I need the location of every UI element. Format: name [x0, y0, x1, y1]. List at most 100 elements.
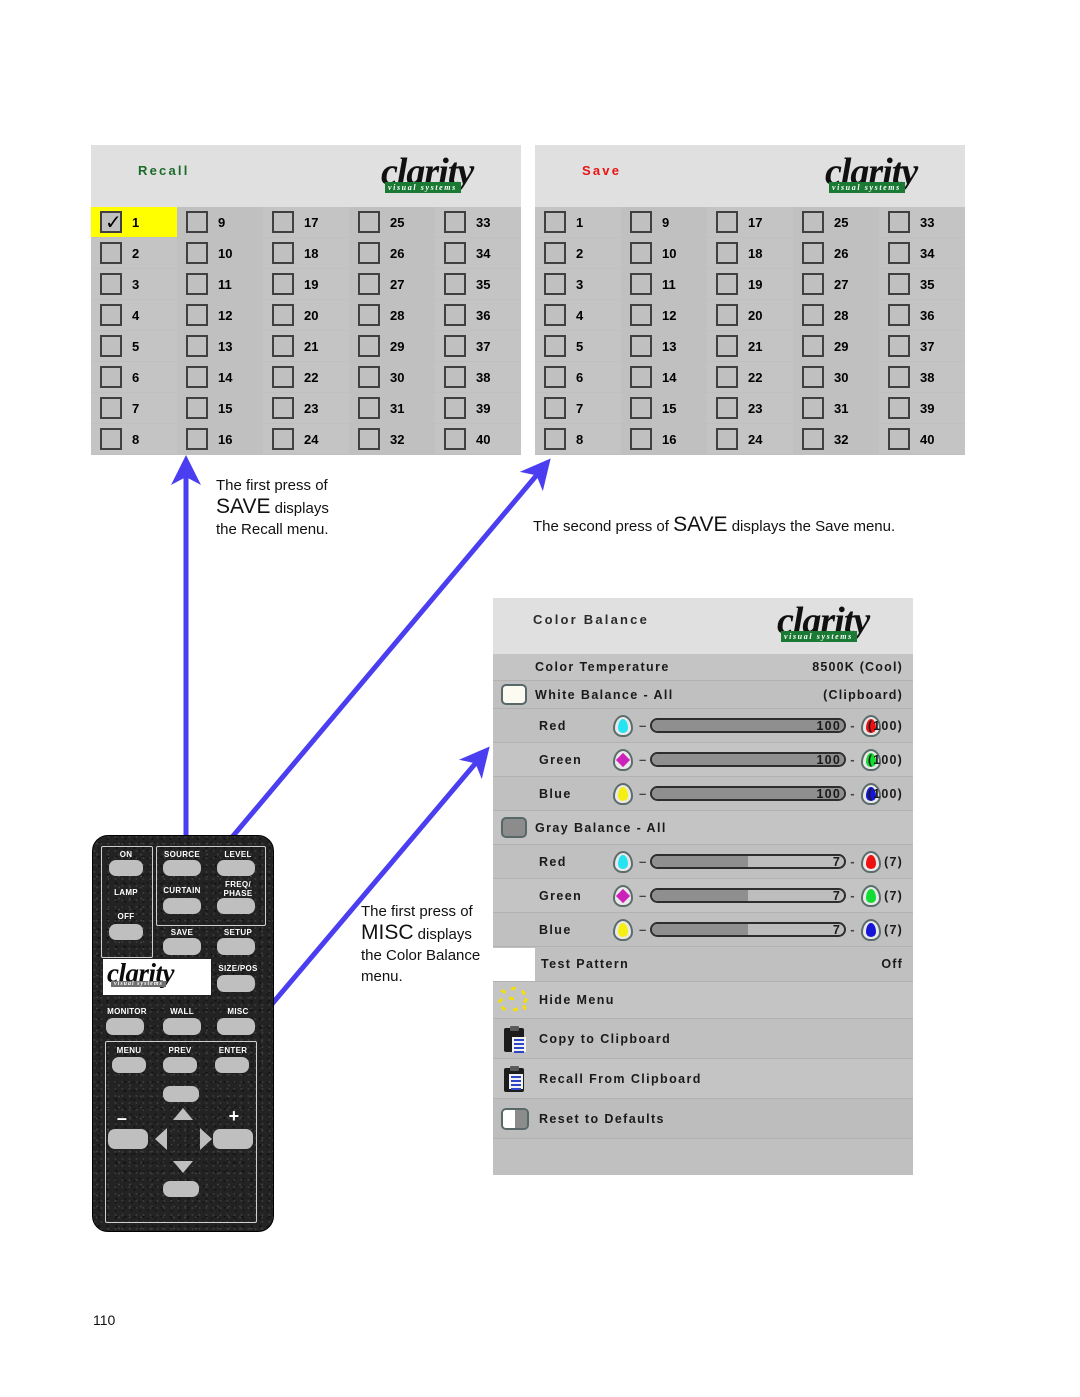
- recall-preset-cell[interactable]: 22: [263, 362, 349, 393]
- save-preset-cell[interactable]: 31: [793, 393, 879, 424]
- save-preset-cell[interactable]: 1: [535, 207, 621, 238]
- recall-preset-cell[interactable]: 14: [177, 362, 263, 393]
- magenta-bulb-icon[interactable]: [611, 883, 635, 909]
- checkbox[interactable]: [444, 242, 466, 264]
- recall-preset-cell[interactable]: 8: [91, 424, 177, 455]
- checkbox[interactable]: [544, 397, 566, 419]
- checkbox[interactable]: [544, 366, 566, 388]
- checkbox[interactable]: [444, 428, 466, 450]
- recall-preset-cell[interactable]: 12: [177, 300, 263, 331]
- recall-preset-cell[interactable]: 18: [263, 238, 349, 269]
- checkbox[interactable]: [100, 366, 122, 388]
- save-preset-cell[interactable]: 34: [879, 238, 965, 269]
- save-preset-cell[interactable]: 7: [535, 393, 621, 424]
- checkbox[interactable]: [358, 211, 380, 233]
- checkbox[interactable]: [630, 397, 652, 419]
- checkbox[interactable]: [444, 211, 466, 233]
- recall-preset-cell[interactable]: 28: [349, 300, 435, 331]
- recall-preset-cell[interactable]: 20: [263, 300, 349, 331]
- checkbox[interactable]: [100, 428, 122, 450]
- save-preset-cell[interactable]: 33: [879, 207, 965, 238]
- save-preset-cell[interactable]: 36: [879, 300, 965, 331]
- checkbox[interactable]: [802, 242, 824, 264]
- checkbox[interactable]: [186, 273, 208, 295]
- recall-preset-cell[interactable]: 7: [91, 393, 177, 424]
- recall-preset-cell[interactable]: 34: [435, 238, 521, 269]
- recall-preset-cell[interactable]: 16: [177, 424, 263, 455]
- checkbox[interactable]: [100, 397, 122, 419]
- row-gray-balance[interactable]: Gray Balance - All: [493, 811, 913, 845]
- button-menu[interactable]: [112, 1057, 146, 1073]
- row-white-green[interactable]: Green – - 100 (100): [493, 743, 913, 777]
- button-on[interactable]: [109, 860, 143, 876]
- checkbox[interactable]: [716, 211, 738, 233]
- checkbox[interactable]: [716, 428, 738, 450]
- save-preset-cell[interactable]: 4: [535, 300, 621, 331]
- save-preset-cell[interactable]: 32: [793, 424, 879, 455]
- checkbox[interactable]: [802, 366, 824, 388]
- button-off[interactable]: [109, 924, 143, 940]
- save-preset-cell[interactable]: 5: [535, 331, 621, 362]
- checkbox[interactable]: [358, 304, 380, 326]
- checkbox[interactable]: [630, 366, 652, 388]
- checkbox[interactable]: [272, 211, 294, 233]
- row-copy-to-clipboard[interactable]: Copy to Clipboard: [493, 1019, 913, 1059]
- save-preset-cell[interactable]: 15: [621, 393, 707, 424]
- yellow-bulb-icon[interactable]: [611, 781, 635, 807]
- save-preset-cell[interactable]: 21: [707, 331, 793, 362]
- save-preset-cell[interactable]: 19: [707, 269, 793, 300]
- button-curtain[interactable]: [163, 898, 201, 914]
- save-preset-cell[interactable]: 26: [793, 238, 879, 269]
- button-plus[interactable]: [213, 1129, 253, 1149]
- recall-preset-cell[interactable]: 32: [349, 424, 435, 455]
- row-white-blue[interactable]: Blue – - 100 (100): [493, 777, 913, 811]
- checkbox[interactable]: [358, 397, 380, 419]
- save-preset-cell[interactable]: 25: [793, 207, 879, 238]
- recall-preset-cell[interactable]: 10: [177, 238, 263, 269]
- save-preset-cell[interactable]: 24: [707, 424, 793, 455]
- checkbox[interactable]: [444, 335, 466, 357]
- yellow-bulb-icon[interactable]: [611, 917, 635, 943]
- button-wall[interactable]: [163, 1018, 201, 1035]
- checkbox[interactable]: [888, 366, 910, 388]
- save-preset-cell[interactable]: 37: [879, 331, 965, 362]
- row-white-balance[interactable]: White Balance - All (Clipboard): [493, 681, 913, 709]
- checkbox[interactable]: [186, 335, 208, 357]
- checkbox[interactable]: [186, 242, 208, 264]
- recall-preset-cell[interactable]: 37: [435, 331, 521, 362]
- recall-preset-cell[interactable]: 24: [263, 424, 349, 455]
- recall-preset-cell[interactable]: 36: [435, 300, 521, 331]
- save-preset-cell[interactable]: 35: [879, 269, 965, 300]
- checkbox[interactable]: [100, 335, 122, 357]
- checkbox[interactable]: [544, 335, 566, 357]
- checkbox[interactable]: [186, 211, 208, 233]
- checkbox[interactable]: [186, 304, 208, 326]
- checkbox[interactable]: [716, 397, 738, 419]
- save-preset-cell[interactable]: 30: [793, 362, 879, 393]
- save-preset-cell[interactable]: 29: [793, 331, 879, 362]
- save-preset-cell[interactable]: 14: [621, 362, 707, 393]
- checkbox[interactable]: [544, 273, 566, 295]
- save-preset-cell[interactable]: 20: [707, 300, 793, 331]
- checkbox[interactable]: [716, 366, 738, 388]
- row-gray-green[interactable]: Green – - 7 (7): [493, 879, 913, 913]
- checkbox[interactable]: [802, 304, 824, 326]
- recall-preset-cell[interactable]: ✓ 1: [91, 207, 177, 238]
- recall-preset-cell[interactable]: 33: [435, 207, 521, 238]
- recall-preset-cell[interactable]: 15: [177, 393, 263, 424]
- checkbox[interactable]: [716, 304, 738, 326]
- checkbox[interactable]: [802, 335, 824, 357]
- button-save[interactable]: [163, 938, 201, 955]
- save-preset-cell[interactable]: 16: [621, 424, 707, 455]
- save-preset-cell[interactable]: 39: [879, 393, 965, 424]
- checkbox[interactable]: [358, 335, 380, 357]
- recall-preset-cell[interactable]: 3: [91, 269, 177, 300]
- checkbox[interactable]: [444, 397, 466, 419]
- recall-preset-cell[interactable]: 11: [177, 269, 263, 300]
- save-preset-cell[interactable]: 9: [621, 207, 707, 238]
- row-recall-from-clipboard[interactable]: Recall From Clipboard: [493, 1059, 913, 1099]
- checkbox[interactable]: [630, 242, 652, 264]
- recall-preset-cell[interactable]: 6: [91, 362, 177, 393]
- checkbox[interactable]: [888, 428, 910, 450]
- checkbox-checked[interactable]: ✓: [100, 211, 122, 233]
